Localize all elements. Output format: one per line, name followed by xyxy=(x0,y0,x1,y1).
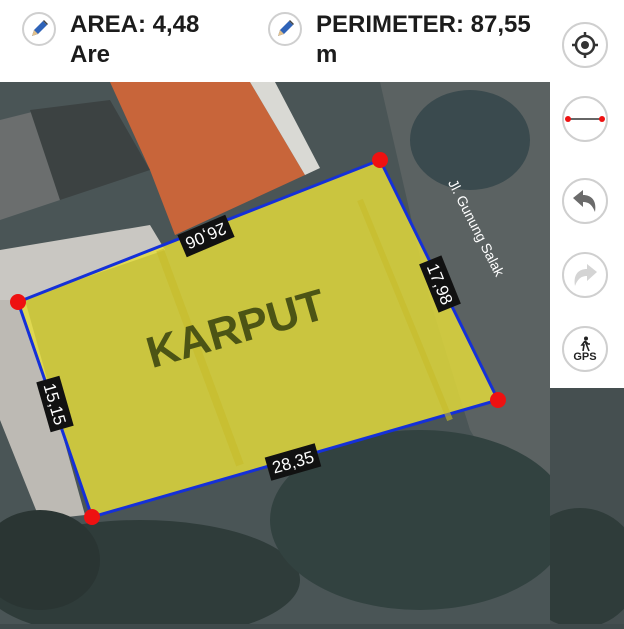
gps-label: GPS xyxy=(573,350,597,363)
perimeter-line2: m xyxy=(316,41,338,68)
map-canvas[interactable]: 26,06 17,98 28,35 15,15 KARPUT Jl. Gunun… xyxy=(0,82,550,624)
measure-line-icon xyxy=(565,116,605,122)
area-value: AREA: 4,48 Are xyxy=(70,10,199,70)
edit-perimeter-button[interactable] xyxy=(268,12,302,46)
undo-icon xyxy=(573,190,596,212)
vertex-handle[interactable] xyxy=(372,152,388,168)
edit-area-button[interactable] xyxy=(22,12,56,46)
tool-panel: GPS xyxy=(550,0,624,388)
redo-icon xyxy=(574,264,597,286)
pencil-icon xyxy=(32,20,48,36)
area-metric: AREA: 4,48 Are xyxy=(22,10,199,70)
area-line2: Are xyxy=(70,41,111,68)
map-view[interactable]: 26,06 17,98 28,35 15,15 KARPUT Jl. Gunun… xyxy=(0,82,550,624)
area-line1: AREA: 4,48 xyxy=(70,11,200,38)
undo-button[interactable] xyxy=(562,178,608,224)
pencil-icon xyxy=(278,20,294,36)
gps-walk-icon xyxy=(580,336,590,351)
locate-icon xyxy=(572,32,598,58)
map-view-edge[interactable] xyxy=(520,388,624,628)
perimeter-metric: PERIMETER: 87,55 m xyxy=(268,10,531,70)
perimeter-line1: PERIMETER: 87,55 xyxy=(316,11,531,38)
perimeter-value: PERIMETER: 87,55 m xyxy=(316,10,531,70)
vertex-handle[interactable] xyxy=(10,294,26,310)
vertex-handle[interactable] xyxy=(84,509,100,525)
locate-button[interactable] xyxy=(562,22,608,68)
vertex-handle[interactable] xyxy=(490,392,506,408)
measurement-header: AREA: 4,48 Are PERIMETER: 87,55 m xyxy=(0,0,550,82)
measure-line-button[interactable] xyxy=(562,96,608,142)
gps-walk-button[interactable]: GPS xyxy=(562,326,608,372)
redo-button[interactable] xyxy=(562,252,608,298)
